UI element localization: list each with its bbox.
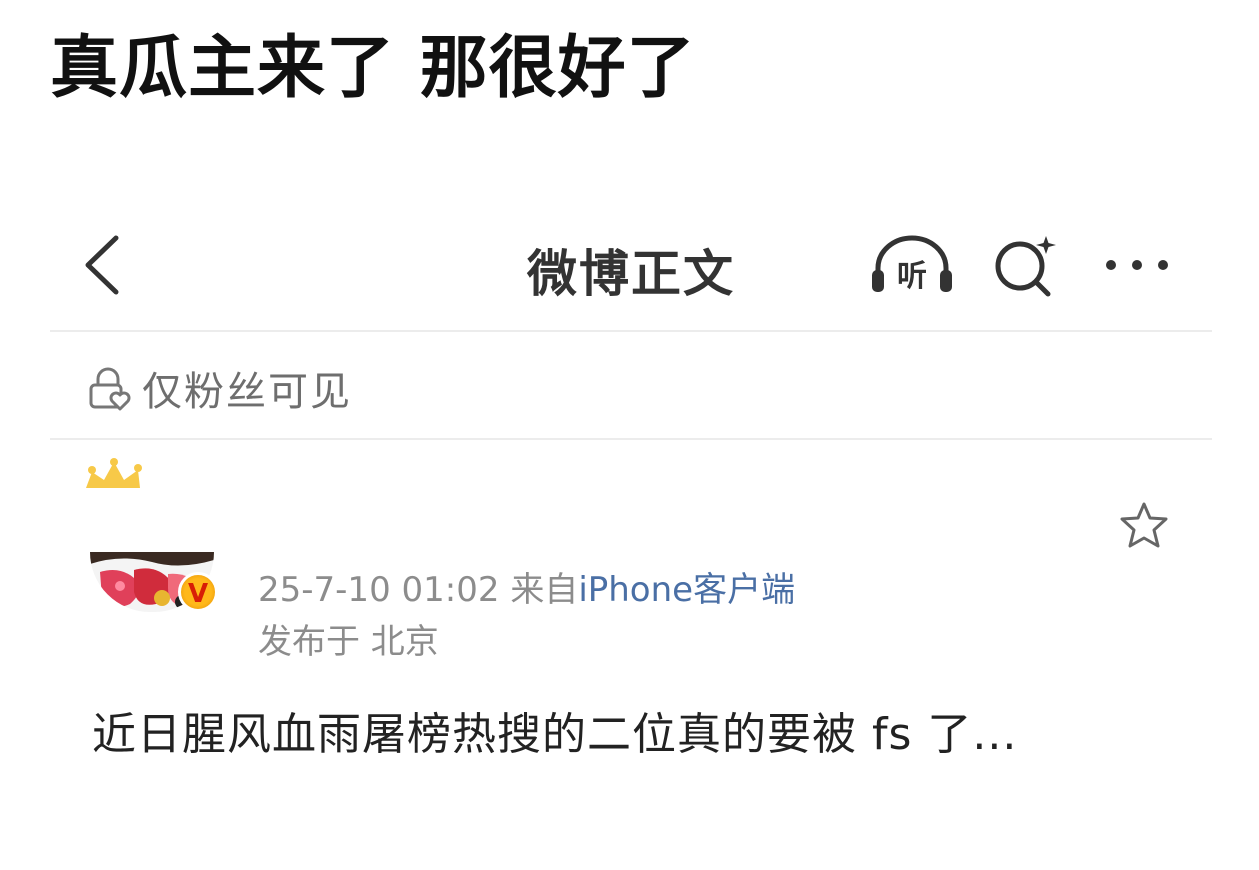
favorite-star-icon[interactable] [1118,500,1170,550]
source-link[interactable]: iPhone客户端 [578,570,795,610]
fans-only-notice: 仅粉丝可见 [88,358,352,418]
post-location: 发布于 北京 [258,622,439,662]
post-timestamp: 25-7-10 01:02 [258,570,500,610]
post-body-text: 近日腥风血雨屠榜热搜的二位真的要被 fs 了... [92,709,1018,760]
verified-badge: V [178,572,218,612]
crown-decoration-icon [86,458,142,488]
meme-caption: 真瓜主来了 那很好了 [50,29,696,108]
notice-divider [50,438,1212,440]
more-options-icon[interactable] [1102,250,1172,280]
ai-search-icon[interactable] [990,234,1058,300]
post-meta-time-source: 25-7-10 01:02 来自iPhone客户端 [258,562,795,611]
lock-heart-icon [89,367,131,411]
listen-headphones-icon[interactable]: 听 [870,232,954,296]
source-prefix: 来自 [510,570,579,610]
nav-divider [50,330,1212,332]
nav-bar: 微博正文 听 [50,190,1212,330]
fans-only-label: 仅粉丝可见 [142,369,352,415]
weibo-post-screen: 微博正文 听 仅粉丝可见 V 25-7-10 01:02 来自iPhone客户端… [50,190,1212,870]
listen-label: 听 [897,259,927,294]
